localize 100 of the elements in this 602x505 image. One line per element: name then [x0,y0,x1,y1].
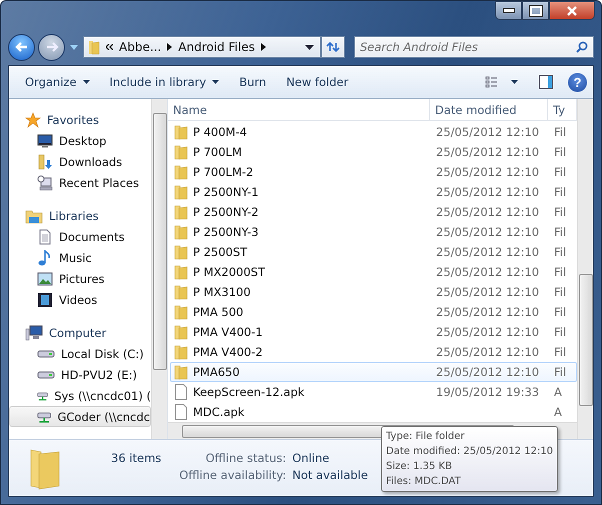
file-row[interactable]: KeepScreen-12.apk 19/05/2012 19:33 A [170,382,577,402]
sidebar-item-label: HD-PVU2 (E:) [61,368,137,382]
folder-icon [174,184,188,200]
toolbar-button[interactable]: Include in library [102,72,228,92]
scrollbar[interactable] [151,99,167,439]
minimize-button[interactable] [495,1,522,20]
column-header[interactable]: Name [168,99,430,120]
file-name: PMA V400-2 [193,345,263,359]
type-cell: Fil [554,345,566,359]
file-row[interactable]: P MX2000ST 25/05/2012 12:10 Fil [170,262,577,282]
sidebar-item-label: GCoder (\\cncdc [57,410,150,424]
detail-label: Offline availability: [179,468,286,482]
file-name: MDC.apk [193,405,244,419]
file-name: P 2500NY-3 [193,225,259,239]
sidebar-item-label: Music [59,250,92,264]
file-row[interactable]: PMA V400-2 25/05/2012 12:10 Fil [170,342,577,362]
tooltip-line: Type: File folder [386,430,466,444]
type-cell: A [554,405,562,419]
sidebar-item[interactable]: Desktop [9,130,151,151]
file-row[interactable]: P 2500NY-1 25/05/2012 12:10 Fil [170,182,577,202]
date-cell: 25/05/2012 12:10 [436,165,540,179]
tooltip-line: Date modified: 25/05/2012 12:10 [386,445,554,459]
sidebar-group-label: Libraries [49,208,99,222]
file-name: P 2500ST [193,245,248,259]
folder-icon [174,364,188,380]
close-button[interactable] [549,1,595,20]
sidebar-item[interactable]: Videos [9,289,151,310]
type-cell: Fil [554,165,566,179]
sidebar-item[interactable]: HD-PVU2 (E:) [9,364,151,385]
file-row[interactable]: P 700LM-2 25/05/2012 12:10 Fil [170,162,577,182]
file-row[interactable]: P MX3100 25/05/2012 12:10 Fil [170,282,577,302]
refresh-button[interactable] [321,36,345,58]
star-icon [25,112,41,128]
maximize-button[interactable] [522,1,549,20]
sidebar-group-label: Favorites [47,112,99,126]
help-button[interactable]: ? [568,72,587,92]
tooltip-line: Files: MDC.DAT [386,475,462,489]
sidebar-item-label: Local Disk (C:) [61,346,144,360]
sidebar-item[interactable]: GCoder (\\cncdc [9,406,151,427]
sidebar-item-label: Sys (\\cncdc01) ( [54,388,151,402]
breadcrumb-segment[interactable]: Abbe... [119,40,162,54]
file-row[interactable]: PMA 500 25/05/2012 12:10 Fil [170,302,577,322]
toolbar-button[interactable]: Organize [17,72,98,92]
forward-arrow-icon [44,40,58,54]
search-field[interactable]: Search Android Files [354,36,594,58]
sidebar-item[interactable]: Local Disk (C:) [9,343,151,364]
sidebar-group-header[interactable]: Libraries [9,205,151,226]
date-cell: 25/05/2012 12:10 [436,205,540,219]
toolbar-button[interactable]: New folder [278,72,356,92]
sidebar-item[interactable]: Music [9,247,151,268]
folder-icon [174,244,188,260]
type-cell: Fil [554,365,566,379]
type-cell: Fil [554,245,566,259]
back-button[interactable] [8,34,35,60]
file-row[interactable]: MDC.apk A [170,402,577,422]
folder-icon [174,164,188,180]
sidebar-group-header[interactable]: Favorites [9,109,151,130]
file-row[interactable]: P 400M-4 25/05/2012 12:10 Fil [170,122,577,142]
file-row[interactable]: P 2500NY-3 25/05/2012 12:10 Fil [170,222,577,242]
sidebar-item[interactable]: Downloads [9,151,151,172]
sidebar-item-label: Desktop [59,134,106,148]
sidebar-item[interactable]: Pictures [9,268,151,289]
sidebar-item[interactable]: Documents [9,226,151,247]
breadcrumb-segment[interactable]: Android Files [178,40,255,54]
file-row[interactable]: PMA V400-1 25/05/2012 12:10 Fil [170,322,577,342]
monitor-icon [37,132,53,148]
folder-arrow-icon [37,154,53,170]
address-bar[interactable]: Abbe... Android Files [83,36,321,58]
file-row[interactable]: P 2500ST 25/05/2012 12:10 Fil [170,242,577,262]
file-icon [174,404,188,420]
sidebar-item[interactable]: Sys (\\cncdc01) ( [9,385,151,406]
file-row[interactable]: PMA650 25/05/2012 12:10 Fil [170,362,577,382]
folder-icon [174,324,188,340]
sidebar-item[interactable]: Recent Places [9,172,151,193]
date-cell: 25/05/2012 12:10 [436,125,540,139]
date-cell: 25/05/2012 12:10 [436,265,540,279]
column-header[interactable]: Date modified [430,99,548,120]
overflow-chevron-icon[interactable] [106,44,113,50]
item-count: 36 items [111,451,162,465]
scrollbar[interactable] [577,99,593,439]
type-cell: Fil [554,125,566,139]
detail-label: Offline status: [204,451,286,465]
breadcrumb-arrow-icon[interactable] [167,43,172,51]
computer-icon [25,324,43,340]
file-name: PMA 500 [193,305,244,319]
date-cell: 25/05/2012 12:10 [436,285,540,299]
sidebar-group-header[interactable]: Computer [9,322,151,343]
file-name: P 2500NY-1 [193,185,259,199]
sidebar-item-label: Downloads [59,154,122,168]
breadcrumb-arrow-icon[interactable] [260,43,266,51]
forward-button[interactable] [38,34,65,60]
file-row[interactable]: P 2500NY-2 25/05/2012 12:10 Fil [170,202,577,222]
type-cell: Fil [554,285,566,299]
toolbar-button[interactable]: Burn [231,72,274,92]
file-name: P 2500NY-2 [193,205,259,219]
dropdown-arrow-icon[interactable] [305,44,314,50]
sidebar-item-label: Documents [59,230,125,244]
library-folder-icon [25,208,43,224]
file-row[interactable]: P 700LM 25/05/2012 12:10 Fil [170,142,577,162]
type-cell: A [554,385,562,399]
